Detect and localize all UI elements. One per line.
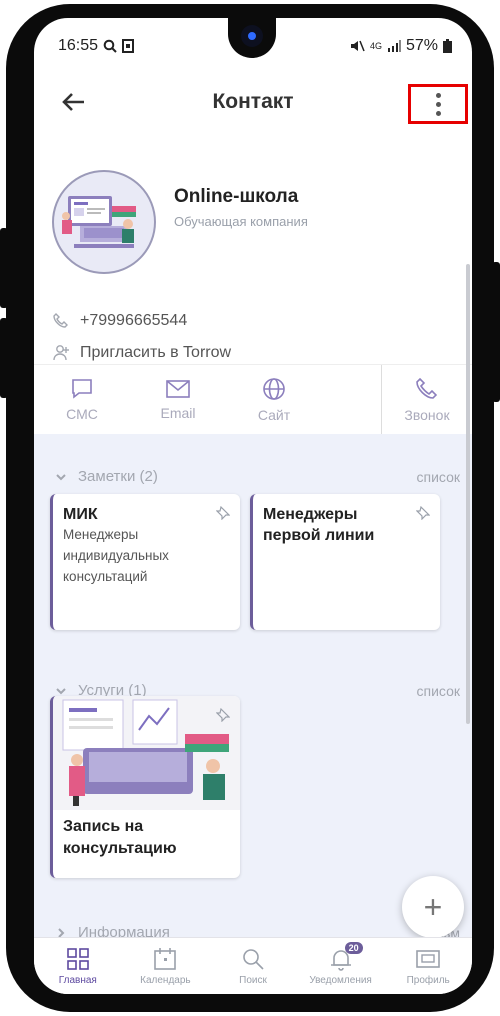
invite-link: Пригласить в Torrow (80, 344, 232, 361)
note-card[interactable]: МИК Менеджеры индивидуальных консультаци… (50, 494, 240, 630)
plus-icon: + (423, 888, 443, 925)
contact-subtitle: Обучающая компания (174, 214, 308, 229)
tab-search[interactable]: Поиск (213, 946, 293, 986)
scrollbar[interactable] (466, 264, 470, 724)
tab-label: Профиль (406, 975, 450, 986)
power-button (492, 262, 500, 402)
profile-header: Online-школа Обучающая компания (52, 170, 458, 282)
chat-icon (72, 379, 92, 399)
notification-status-icon (122, 39, 135, 53)
bottom-navigation: Главная Календарь Поиск 20 Уведомления П… (34, 937, 472, 994)
tab-label: Поиск (239, 975, 267, 986)
sms-label: СМС (66, 406, 98, 422)
phone-small-icon (53, 313, 68, 328)
battery-percent: 57% (405, 37, 438, 54)
avatar[interactable] (52, 170, 156, 274)
note-description: Менеджеры индивидуальных консультаций (63, 527, 169, 584)
site-label: Сайт (257, 407, 291, 423)
app-bar: Контакт (34, 76, 472, 128)
call-button[interactable]: Звонок (381, 365, 472, 435)
network-label: 4G (369, 41, 382, 51)
contact-actions: СМС Email Сайт Звонок (34, 364, 472, 435)
screen: 16:55 4G 57% Контакт Online-школа Обучаю… (34, 18, 472, 994)
phone-icon (416, 377, 438, 399)
search-icon (243, 949, 264, 970)
back-arrow-icon[interactable] (60, 88, 88, 116)
pin-icon[interactable] (216, 708, 230, 722)
grid-icon (66, 948, 89, 970)
pin-icon[interactable] (416, 506, 430, 520)
tab-profile[interactable]: Профиль (388, 946, 468, 986)
add-fab-button[interactable]: + (402, 876, 464, 938)
tab-notifications[interactable]: 20 Уведомления (301, 942, 381, 986)
volume-button-lower (0, 318, 8, 398)
chevron-down-icon (56, 473, 66, 480)
phone-number: +79996665544 (80, 312, 188, 329)
calendar-icon (154, 948, 177, 970)
tab-label: Уведомления (309, 975, 372, 986)
content-scroll[interactable]: Online-школа Обучающая компания +7999666… (34, 128, 472, 946)
phone-row[interactable]: +79996665544 (52, 312, 187, 330)
tab-home[interactable]: Главная (38, 946, 118, 986)
note-card[interactable]: Менеджеры первой линии (250, 494, 440, 630)
add-user-icon (53, 345, 69, 361)
site-button[interactable]: Сайт (226, 365, 322, 435)
pin-icon[interactable] (216, 506, 230, 520)
avatar-illustration (62, 196, 136, 248)
call-label: Звонок (404, 407, 450, 423)
more-vertical-icon (435, 92, 441, 116)
status-time: 16:55 (58, 37, 99, 54)
notes-title: Заметки (2) (78, 468, 158, 485)
page-title: Контакт (212, 90, 294, 113)
notification-badge: 20 (344, 942, 363, 954)
volume-button (0, 228, 8, 308)
signal-icon (387, 40, 401, 52)
service-title: Запись на консультацию (63, 818, 177, 857)
note-title: МИК (63, 506, 98, 523)
contact-name: Online-школа (174, 186, 299, 207)
email-label: Email (160, 405, 196, 421)
tab-calendar[interactable]: Календарь (125, 946, 205, 986)
invite-row[interactable]: Пригласить в Torrow (52, 344, 231, 362)
profile-card-icon (416, 950, 440, 968)
services-list-link[interactable]: список (417, 683, 460, 699)
mail-icon (166, 380, 190, 398)
tab-label: Календарь (140, 975, 191, 986)
service-image (53, 696, 240, 810)
globe-icon (263, 378, 285, 400)
tab-label: Главная (58, 975, 97, 986)
more-options-button[interactable] (408, 84, 468, 124)
notes-list-link[interactable]: список (417, 469, 460, 485)
note-title: Менеджеры первой линии (263, 506, 375, 544)
sms-button[interactable]: СМС (34, 365, 130, 435)
battery-icon (443, 39, 452, 53)
mute-icon (350, 40, 365, 52)
notes-section-header[interactable]: Заметки (2) список (54, 468, 460, 485)
email-button[interactable]: Email (130, 365, 226, 435)
search-status-icon (103, 39, 117, 53)
service-card[interactable]: Запись на консультацию (50, 696, 240, 878)
